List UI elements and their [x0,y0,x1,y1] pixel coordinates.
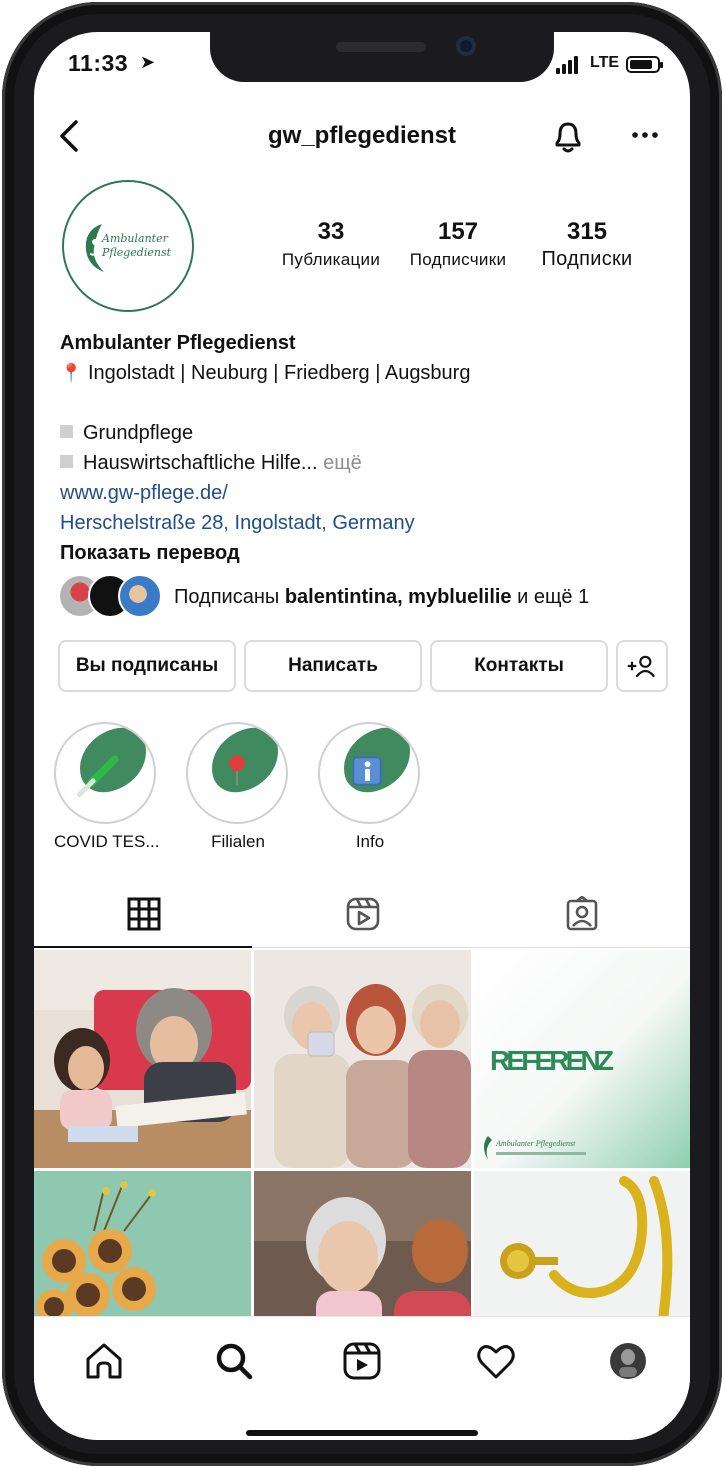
highlight-ring [318,722,420,824]
profile-avatar[interactable] [606,1339,650,1383]
info-icon [352,756,382,786]
tagged-icon [566,896,598,931]
show-translation[interactable]: Показать перевод [60,538,660,568]
referenz-title: REFERENZ [490,1045,614,1076]
profile-tabs [34,882,690,948]
screen: 11:33 ➤ LTE gw_pflegedienst Ambulanter P… [34,32,690,1440]
profile-username: gw_pflegedienst [267,122,457,149]
tab-posts-grid[interactable] [34,882,252,948]
address-link[interactable]: Herschelstraße 28, Ingolstadt, Germany [60,508,660,538]
highlight-ring [54,722,156,824]
logo-text: Ambulanter Pflegedienst [102,232,172,259]
stat-following[interactable]: 315 Подписки [522,218,652,271]
signal-icon [556,56,582,74]
highlight-label: Info [355,832,385,851]
bio-item-1: Grundpflege [60,418,660,448]
home-icon[interactable] [82,1339,126,1383]
website-link[interactable]: www.gw-pflege.de/ [60,478,660,508]
photo-three-women-selfie [254,950,471,1168]
bottom-nav [34,1316,690,1440]
bio-location: 📍 Ingolstadt | Neuburg | Friedberg | Aug… [60,362,471,384]
referenz-graphic: REFERENZ Ambulanter Pflegedienst [474,950,690,1168]
highlight-label: Filialen [211,832,265,851]
contacts-button[interactable]: Контакты [430,640,608,692]
heart-icon[interactable] [474,1339,518,1383]
pin-icon: 📍 [60,363,83,383]
home-indicator [246,1430,478,1436]
test-swab-icon [77,755,119,798]
profile-header: gw_pflegedienst [34,112,690,162]
photo-grandmother-reading [34,950,251,1168]
highlight-info[interactable]: Info [318,722,422,852]
bullet-square-icon [60,455,73,468]
suggest-users-button[interactable] [616,640,668,692]
stat-followers[interactable]: 157 Подписчики [394,218,522,270]
tab-reels[interactable] [253,882,471,948]
battery-icon [626,56,663,73]
highlight-filialen[interactable]: Filialen [186,722,290,852]
reels-nav-icon[interactable] [340,1339,384,1383]
highlight-ring [186,722,288,824]
followed-by-row[interactable]: Подписаны balentintina, mybluelilie и ещ… [58,572,668,622]
bullet-square-icon [60,425,73,438]
referenz-brand: Ambulanter Pflegedienst [495,1139,576,1148]
status-time: 11:33 [68,50,129,76]
post-thumbnail[interactable] [254,950,471,1168]
profile-bio: Ambulanter Pflegedienst 📍 Ingolstadt | N… [60,328,660,568]
profile-name: Ambulanter Pflegedienst [60,332,296,354]
profile-avatar-large[interactable]: Ambulanter Pflegedienst [62,180,194,312]
followed-by-text: Подписаны balentintina, mybluelilie и ещ… [174,586,590,608]
tab-tagged[interactable] [472,882,690,948]
more-icon[interactable] [628,118,662,152]
network-type: LTE [590,54,620,71]
highlight-label: COVID TES... [54,832,160,851]
highlight-covid[interactable]: COVID TES... [54,722,160,852]
bio-more-link[interactable]: ещё [323,452,362,474]
add-user-icon [627,655,655,678]
bell-icon[interactable] [550,116,586,156]
posts-grid: REFERENZ Ambulanter Pflegedienst [34,950,690,1389]
post-thumbnail[interactable]: REFERENZ Ambulanter Pflegedienst [474,950,690,1168]
following-button[interactable]: Вы подписаны [58,640,236,692]
message-button[interactable]: Написать [244,640,422,692]
location-arrow-icon: ➤ [140,52,156,72]
bio-item-2: Hauswirtschaftliche Hilfe... ещё [60,448,660,478]
follower-avatar [118,574,162,618]
search-icon[interactable] [212,1339,256,1383]
grid-icon [127,897,161,931]
stat-posts[interactable]: 33 Публикации [266,218,396,270]
post-thumbnail[interactable] [34,950,251,1168]
phone-frame: 11:33 ➤ LTE gw_pflegedienst Ambulanter P… [2,2,722,1466]
pin-icon [229,755,245,785]
reels-icon [346,897,380,931]
notch [210,32,554,82]
